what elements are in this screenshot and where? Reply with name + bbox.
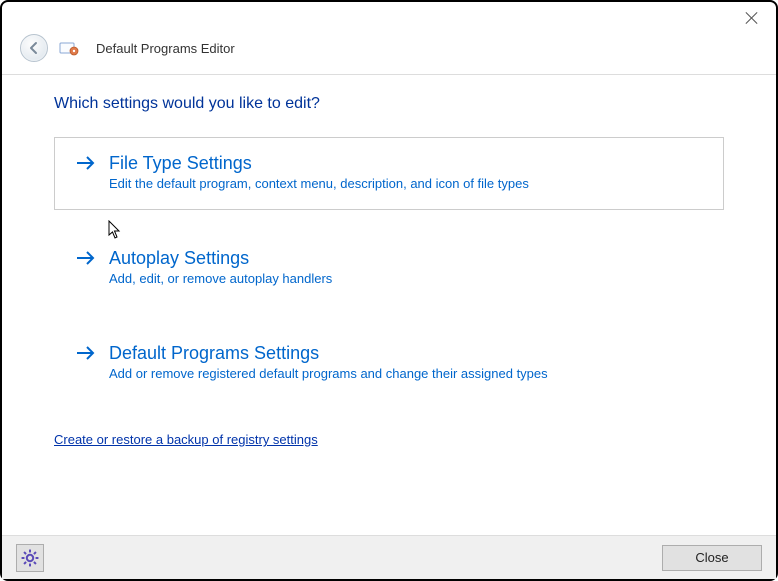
backup-link[interactable]: Create or restore a backup of registry s… [54,432,318,447]
option-autoplay-settings[interactable]: Autoplay Settings Add, edit, or remove a… [54,232,724,305]
settings-button[interactable] [16,544,44,572]
gear-icon [21,549,39,567]
titlebar [2,2,776,26]
option-title: File Type Settings [109,153,252,174]
arrow-right-icon [75,152,97,174]
option-description: Add, edit, or remove autoplay handlers [109,271,703,286]
close-button[interactable]: Close [662,545,762,571]
header-bar: Default Programs Editor [2,26,776,75]
option-default-programs-settings[interactable]: Default Programs Settings Add or remove … [54,327,724,400]
back-arrow-icon [27,41,41,55]
content-area: Which settings would you like to edit? F… [2,75,776,535]
option-description: Add or remove registered default program… [109,366,703,381]
arrow-right-icon [75,342,97,364]
option-title: Default Programs Settings [109,343,319,364]
option-description: Edit the default program, context menu, … [109,176,703,191]
page-heading: Which settings would you like to edit? [54,95,724,113]
app-icon [58,37,80,59]
footer-bar: Close [2,535,776,579]
close-icon[interactable] [746,12,758,24]
window-frame: Default Programs Editor Which settings w… [0,0,778,581]
back-button[interactable] [20,34,48,62]
app-title: Default Programs Editor [96,41,235,56]
arrow-right-icon [75,247,97,269]
option-title: Autoplay Settings [109,248,249,269]
option-file-type-settings[interactable]: File Type Settings Edit the default prog… [54,137,724,210]
